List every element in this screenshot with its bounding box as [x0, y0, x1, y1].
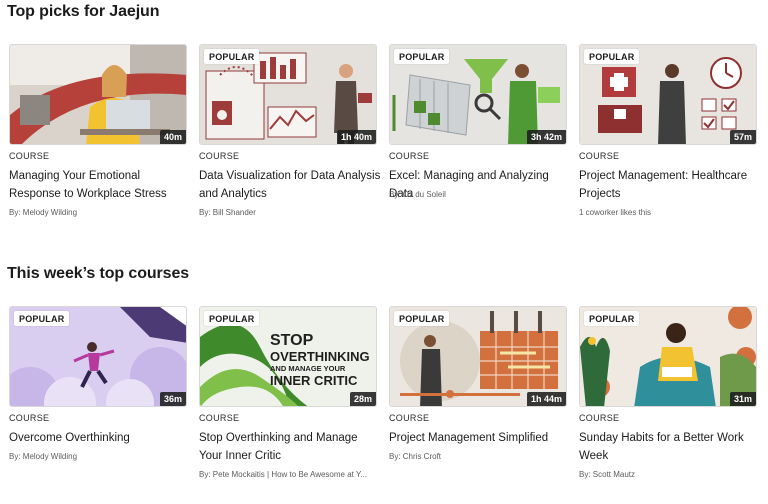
course-card[interactable]: POPULAR 1h 40m COURSE Data Visualization…	[199, 44, 380, 244]
content-type-label: COURSE	[389, 413, 430, 423]
content-type-label: COURSE	[199, 413, 240, 423]
popular-badge: POPULAR	[584, 311, 640, 326]
thumbnail-text-inner-critic: INNER CRITIC	[270, 373, 358, 388]
course-title-link[interactable]: Overcome Overthinking	[9, 429, 191, 447]
section-title-top-picks: Top picks for Jaejun	[7, 3, 160, 20]
course-card[interactable]: POPULAR 3h 42m COURSE Excel: Managing an…	[389, 44, 567, 244]
author-label: By: Chris Croft	[389, 452, 442, 461]
thumbnail-text-and-manage: AND MANAGE YOUR	[270, 364, 346, 373]
course-row-top-courses: POPULAR 36m COURSE Overcome Overthinking…	[9, 306, 761, 504]
popular-badge: POPULAR	[204, 311, 260, 326]
course-thumbnail[interactable]: STOP OVERTHINKING AND MANAGE YOUR INNER …	[199, 306, 377, 407]
course-card[interactable]: POPULAR 31m COURSE Sunday Habits for a B…	[579, 306, 757, 504]
duration-label: 36m	[159, 392, 186, 406]
author-label: By: Melody Wilding	[9, 452, 78, 461]
course-thumbnail[interactable]: POPULAR 57m	[579, 44, 757, 145]
course-card[interactable]: POPULAR 1h 44m COURSE Project Management…	[389, 306, 567, 504]
popular-badge: POPULAR	[204, 49, 260, 64]
section-title-top-courses: This week’s top courses	[7, 265, 190, 282]
duration-label: 57m	[729, 130, 756, 144]
author-label: By: Pete Mockaitis | How to Be Awesome a…	[199, 470, 367, 479]
course-thumbnail[interactable]: POPULAR 31m	[579, 306, 757, 407]
popular-badge: POPULAR	[394, 311, 450, 326]
course-thumbnail[interactable]: POPULAR 36m	[9, 306, 187, 407]
popular-badge: POPULAR	[14, 311, 70, 326]
course-title-link[interactable]: Project Management Simplified	[389, 429, 571, 447]
course-thumbnail[interactable]: POPULAR 3h 42m	[389, 44, 567, 145]
duration-label: 1h 40m	[336, 130, 376, 144]
author-label: By: Scott Mautz	[579, 470, 636, 479]
course-title-link[interactable]: Stop Overthinking and Manage Your Inner …	[199, 429, 381, 465]
social-proof-label: 1 coworker likes this	[579, 208, 652, 217]
duration-label: 3h 42m	[526, 130, 566, 144]
course-thumbnail[interactable]: POPULAR 1h 40m	[199, 44, 377, 145]
course-thumbnail[interactable]: POPULAR 1h 44m	[389, 306, 567, 407]
content-type-label: COURSE	[579, 151, 620, 161]
course-row-top-picks: 40m COURSE Managing Your Emotional Respo…	[9, 44, 761, 264]
course-title-link[interactable]: Managing Your Emotional Response to Work…	[9, 167, 191, 203]
duration-label: 28m	[349, 392, 376, 406]
author-label: By: Bill Shander	[199, 208, 256, 217]
duration-label: 1h 44m	[526, 392, 566, 406]
course-title-link[interactable]: Project Management: Healthcare Projects	[579, 167, 761, 203]
popular-badge: POPULAR	[394, 49, 450, 64]
course-thumbnail[interactable]: 40m	[9, 44, 187, 145]
thumbnail-text-stop: STOP	[270, 332, 314, 349]
popular-badge: POPULAR	[584, 49, 640, 64]
content-type-label: COURSE	[9, 413, 50, 423]
course-card[interactable]: POPULAR 57m COURSE Project Management: H…	[579, 44, 757, 244]
content-type-label: COURSE	[579, 413, 620, 423]
author-label: By: Oz du Soleil	[389, 190, 446, 199]
duration-label: 31m	[729, 392, 756, 406]
content-type-label: COURSE	[389, 151, 430, 161]
course-card[interactable]: POPULAR 36m COURSE Overcome Overthinking…	[9, 306, 187, 504]
thumbnail-text-overthinking: OVERTHINKING	[270, 349, 370, 364]
content-type-label: COURSE	[9, 151, 50, 161]
duration-label: 40m	[159, 130, 186, 144]
author-label: By: Melody Wilding	[9, 208, 78, 217]
course-title-link[interactable]: Data Visualization for Data Analysis and…	[199, 167, 381, 203]
course-card[interactable]: STOP OVERTHINKING AND MANAGE YOUR INNER …	[199, 306, 377, 504]
course-card[interactable]: 40m COURSE Managing Your Emotional Respo…	[9, 44, 187, 244]
course-title-link[interactable]: Sunday Habits for a Better Work Week	[579, 429, 761, 465]
content-type-label: COURSE	[199, 151, 240, 161]
